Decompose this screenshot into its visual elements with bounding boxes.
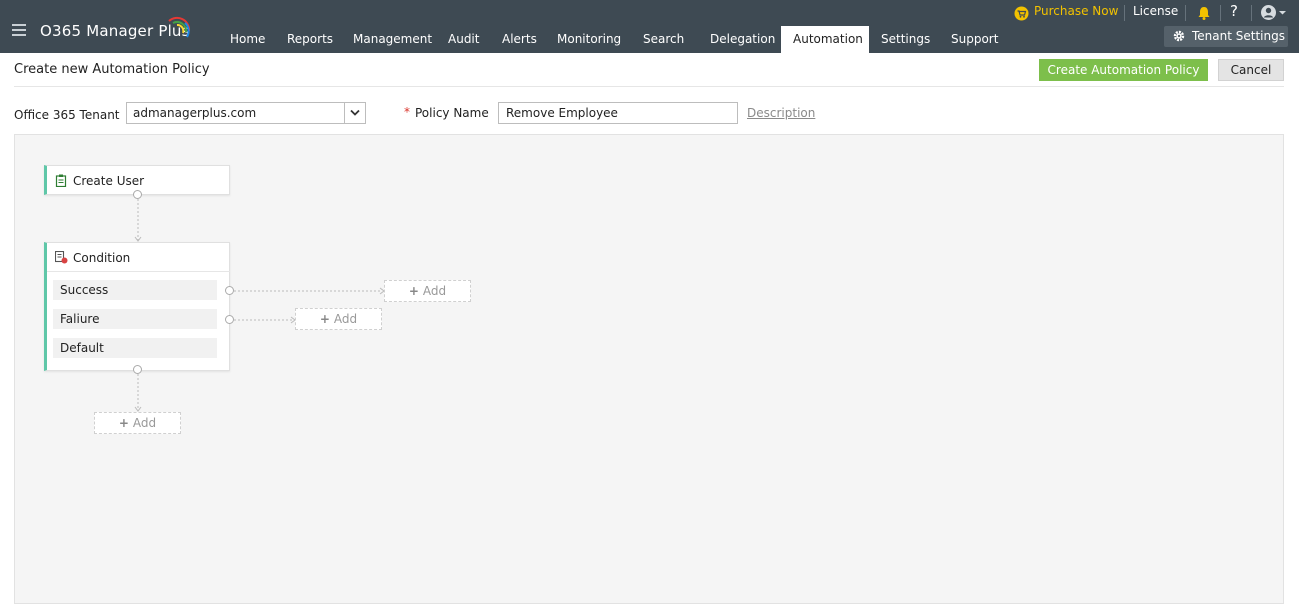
divider [14, 86, 1284, 87]
nav-alerts[interactable]: Alerts [502, 26, 537, 53]
add-action-button[interactable]: + Add [94, 412, 181, 434]
condition-label: Default [60, 341, 104, 355]
logo-arc-icon [168, 16, 191, 38]
add-action-button[interactable]: + Add [384, 280, 471, 302]
tenant-select[interactable]: admanagerplus.com [126, 102, 366, 124]
condition-node-title: Condition [73, 251, 131, 265]
divider [1220, 5, 1221, 21]
add-label: Add [422, 284, 447, 298]
add-label: Add [333, 312, 358, 326]
nav-settings[interactable]: Settings [881, 26, 930, 53]
nav-support[interactable]: Support [951, 26, 998, 53]
nav-audit[interactable]: Audit [448, 26, 479, 53]
tenant-label: Office 365 Tenant [14, 108, 120, 122]
divider [47, 271, 230, 272]
tenant-select-value: admanagerplus.com [133, 106, 257, 120]
gear-icon [1172, 29, 1186, 46]
top-navigation-bar: O365 Manager Plus Home Reports Managemen… [0, 0, 1299, 53]
add-label: Add [132, 416, 157, 430]
plus-icon: + [408, 284, 419, 298]
divider [1124, 5, 1125, 21]
divider [1251, 5, 1252, 21]
condition-row-default[interactable]: Default [53, 338, 217, 358]
trigger-node-title: Create User [73, 174, 145, 188]
connector-port[interactable] [225, 315, 234, 324]
condition-label: Faliure [60, 312, 100, 326]
policy-name-label: Policy Name [415, 106, 489, 120]
nav-automation[interactable]: Automation [781, 26, 869, 53]
plus-icon: + [319, 312, 330, 326]
nav-home[interactable]: Home [230, 26, 265, 53]
condition-row-failure[interactable]: Faliure [53, 309, 217, 329]
add-action-button[interactable]: + Add [295, 308, 382, 330]
description-link[interactable]: Description [747, 106, 815, 120]
nav-monitoring[interactable]: Monitoring [557, 26, 621, 53]
purchase-now-link[interactable]: Purchase Now [1034, 4, 1118, 22]
tenant-settings-label: Tenant Settings [1192, 29, 1285, 43]
bell-icon[interactable] [1196, 5, 1212, 21]
chevron-down-icon[interactable] [344, 103, 365, 123]
hamburger-icon[interactable] [12, 24, 26, 36]
workflow-canvas[interactable]: Create User Condition Success Faliure De… [14, 134, 1284, 604]
create-automation-policy-button[interactable]: Create Automation Policy [1039, 59, 1208, 81]
connector-port[interactable] [133, 190, 142, 199]
policy-name-input[interactable] [498, 102, 738, 124]
connector-port[interactable] [225, 286, 234, 295]
nav-search[interactable]: Search [643, 26, 684, 53]
help-icon[interactable]: ? [1230, 2, 1238, 20]
connector-port[interactable] [133, 365, 142, 374]
clipboard-icon [55, 174, 67, 190]
condition-label: Success [60, 283, 109, 297]
cancel-button[interactable]: Cancel [1218, 59, 1284, 81]
tenant-settings-button[interactable]: Tenant Settings [1164, 26, 1288, 47]
condition-icon [54, 250, 68, 267]
page-title: Create new Automation Policy [14, 62, 210, 77]
condition-row-success[interactable]: Success [53, 280, 217, 300]
nav-delegation[interactable]: Delegation [710, 26, 775, 53]
plus-icon: + [118, 416, 129, 430]
condition-node[interactable]: Condition Success Faliure Default [44, 242, 230, 371]
divider [1185, 5, 1186, 21]
nav-reports[interactable]: Reports [287, 26, 333, 53]
required-marker: * [404, 105, 410, 119]
license-link[interactable]: License [1133, 4, 1178, 22]
nav-management[interactable]: Management [353, 26, 432, 53]
cart-icon[interactable] [1014, 6, 1029, 21]
user-icon[interactable] [1260, 4, 1290, 21]
